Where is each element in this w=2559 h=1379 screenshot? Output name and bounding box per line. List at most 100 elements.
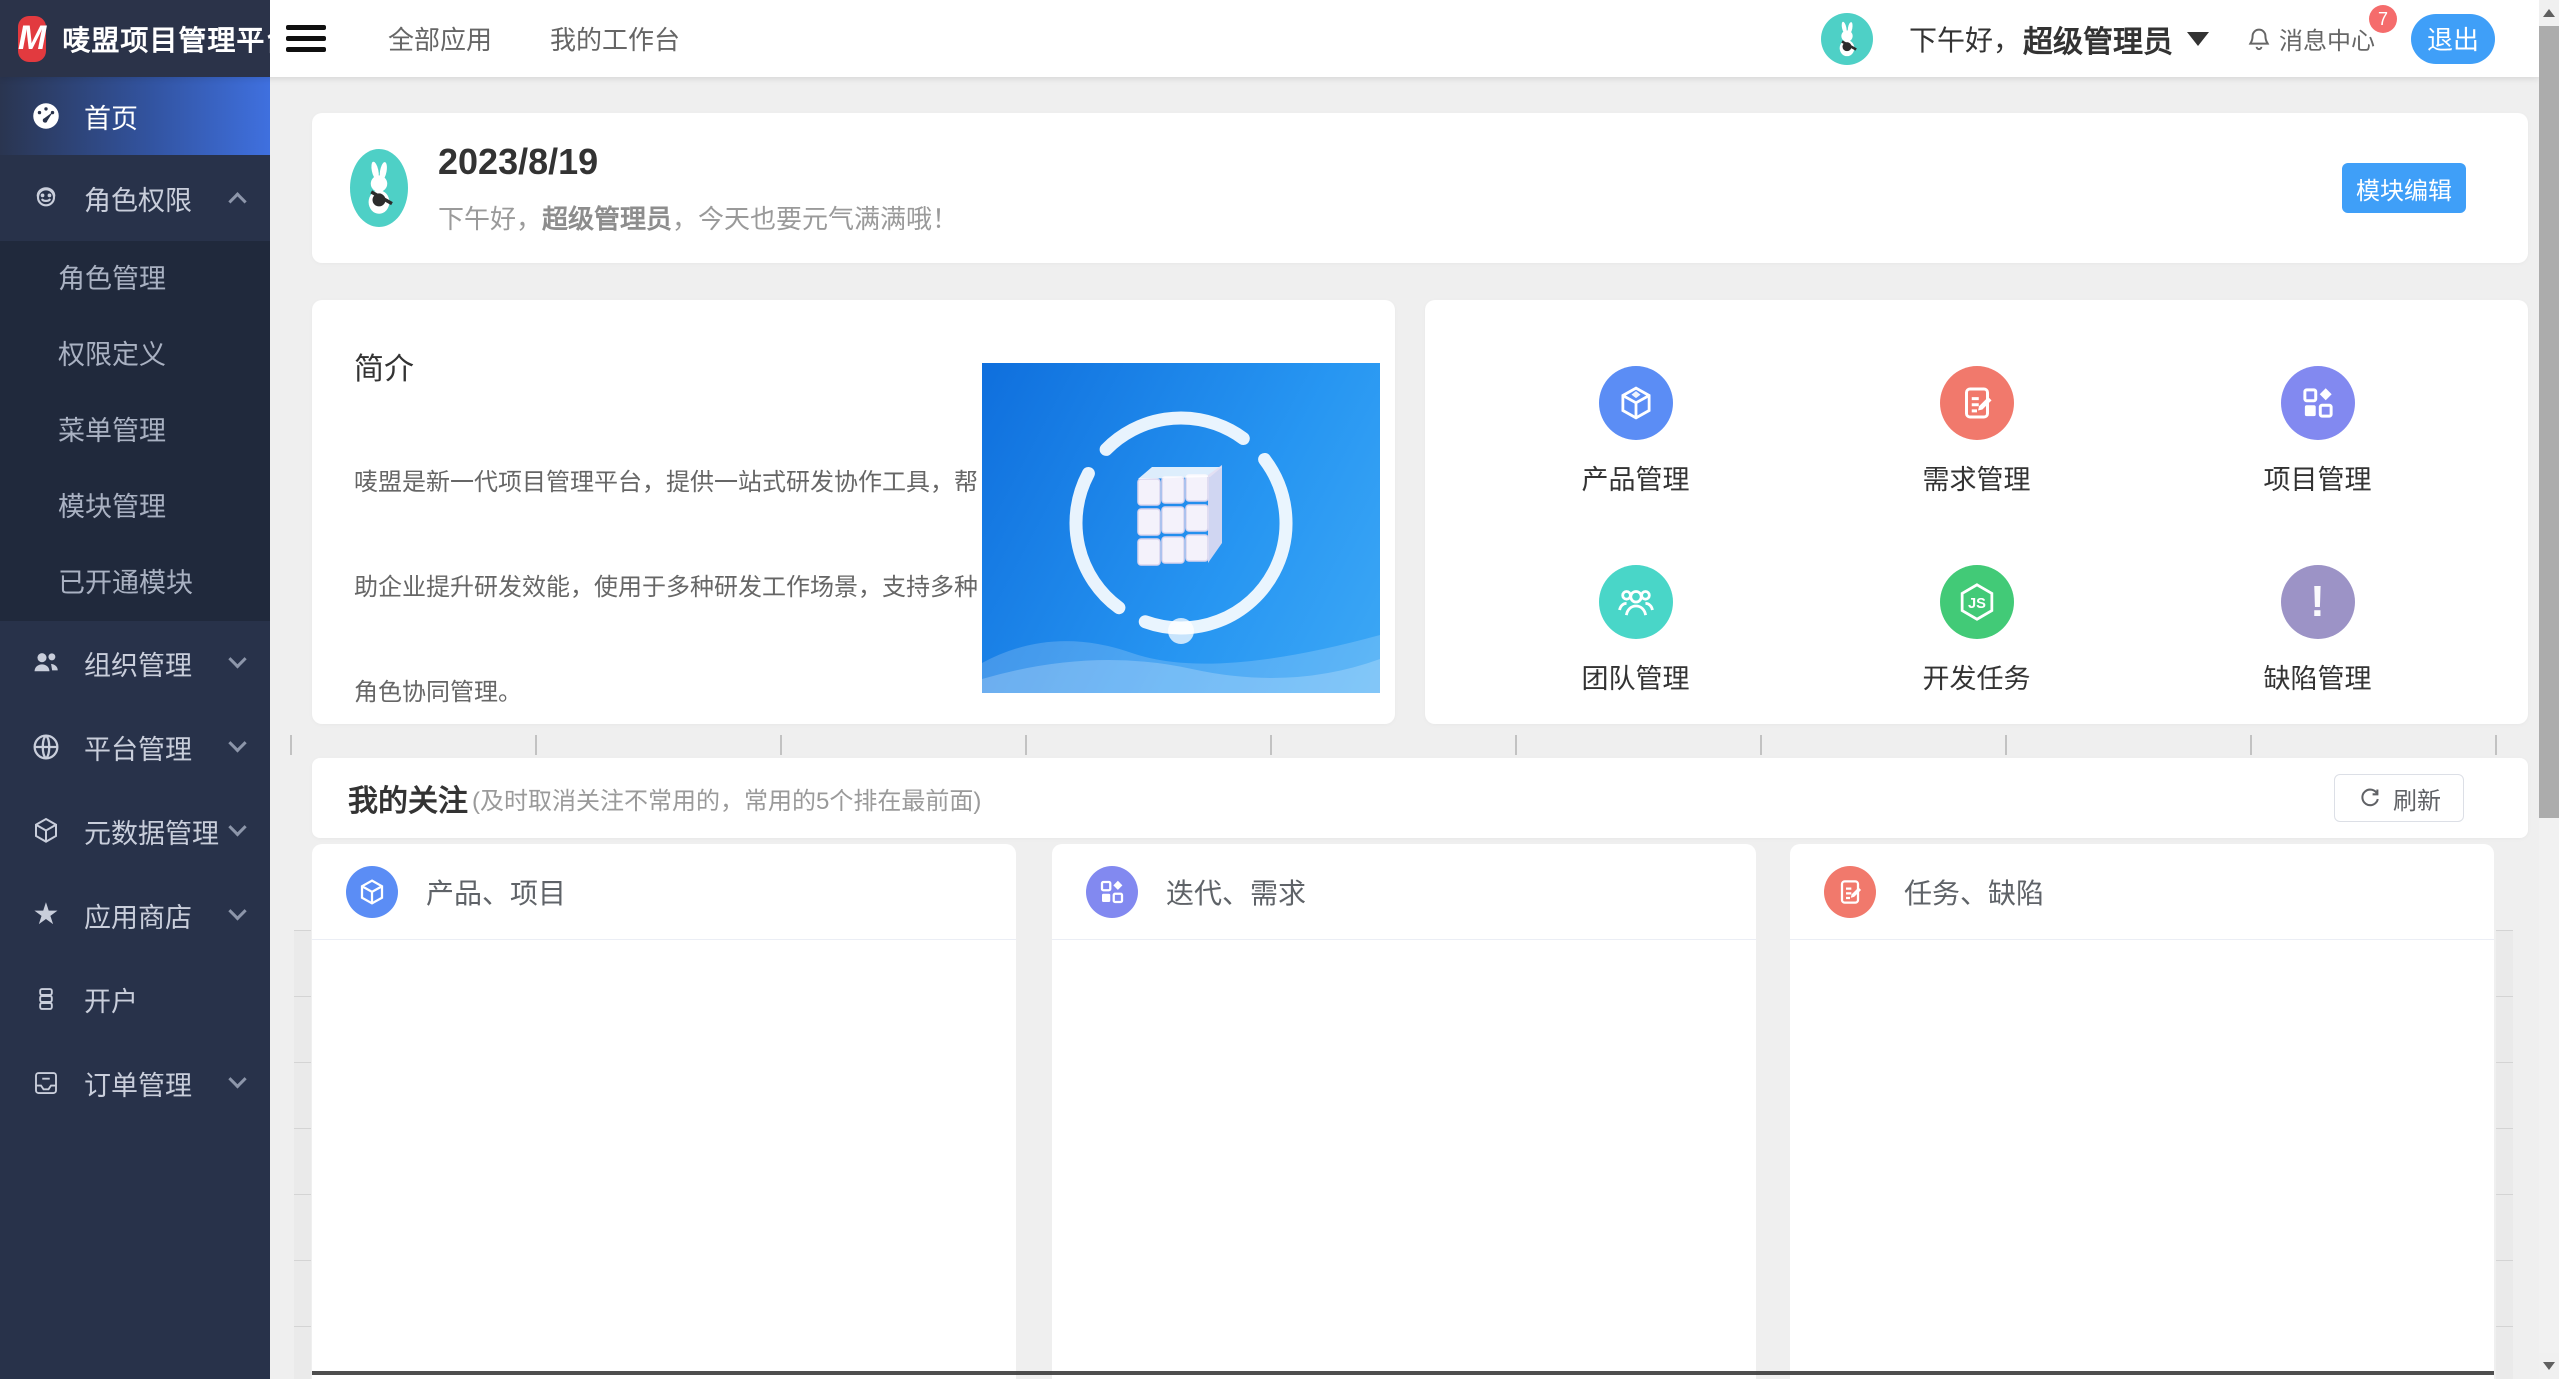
order-icon bbox=[28, 1068, 64, 1098]
greeting-prefix: 下午好， bbox=[1909, 19, 2021, 59]
chevron-down-icon bbox=[2187, 32, 2209, 46]
globe-icon bbox=[28, 731, 64, 763]
intro-card: 简介 唛盟是新一代项目管理平台，提供一站式研发协作工具，帮助企业提升研发效能，使… bbox=[312, 300, 1395, 724]
module-label: 产品管理 bbox=[1582, 458, 1690, 497]
welcome-texts: 2023/8/19 下午好，超级管理员，今天也要元气满满哦！ bbox=[438, 141, 958, 236]
exclamation-icon: ! bbox=[2281, 565, 2355, 639]
user-avatar[interactable] bbox=[1821, 13, 1873, 65]
module-label: 缺陷管理 bbox=[2264, 657, 2372, 696]
sidebar-item-organization[interactable]: 组织管理 bbox=[0, 621, 270, 705]
refresh-button[interactable]: 刷新 bbox=[2334, 774, 2464, 822]
roles-submenu: 角色管理 权限定义 菜单管理 模块管理 已开通模块 bbox=[0, 241, 270, 621]
sidebar-item-orders[interactable]: 订单管理 bbox=[0, 1041, 270, 1125]
sidebar-item-label: 角色权限 bbox=[84, 179, 192, 218]
sidebar-item-label: 首页 bbox=[84, 97, 138, 136]
grid-ruler-left bbox=[294, 930, 311, 1379]
intro-illustration bbox=[982, 363, 1380, 693]
follow-card-header: 迭代、需求 bbox=[1052, 844, 1756, 940]
welcome-date: 2023/8/19 bbox=[438, 141, 958, 183]
module-product[interactable]: 产品管理 bbox=[1465, 366, 1806, 525]
chevron-down-icon bbox=[228, 902, 246, 920]
organization-icon bbox=[28, 647, 64, 679]
follow-card-tasks-defects: 任务、缺陷 bbox=[1790, 844, 2494, 1379]
sidebar-subitem-role-manage[interactable]: 角色管理 bbox=[0, 241, 270, 317]
module-requirement[interactable]: 需求管理 bbox=[1806, 366, 2147, 525]
follow-note: (及时取消关注不常用的，常用的5个排在最前面) bbox=[472, 781, 981, 816]
main-content: 2023/8/19 下午好，超级管理员，今天也要元气满满哦！ 模块编辑 简介 唛… bbox=[270, 77, 2539, 1379]
sidebar-subitem-opened-modules[interactable]: 已开通模块 bbox=[0, 545, 270, 621]
sidebar-subitem-permission-define[interactable]: 权限定义 bbox=[0, 317, 270, 393]
database-icon bbox=[28, 985, 64, 1013]
follow-card-title: 产品、项目 bbox=[426, 872, 566, 912]
grid-diamond-icon bbox=[2281, 366, 2355, 440]
refresh-icon bbox=[2357, 785, 2383, 811]
scroll-up-button[interactable] bbox=[2539, 0, 2559, 26]
module-project[interactable]: 项目管理 bbox=[2147, 366, 2488, 525]
follow-card-products-projects: 产品、项目 bbox=[312, 844, 1016, 1379]
grid-diamond-icon bbox=[1086, 866, 1138, 918]
sidebar-item-platform[interactable]: 平台管理 bbox=[0, 705, 270, 789]
app-title: 唛盟项目管理平台 bbox=[62, 19, 294, 59]
cube-icon bbox=[28, 815, 64, 847]
cube-3d-icon bbox=[346, 866, 398, 918]
follow-title: 我的关注 bbox=[348, 776, 468, 820]
follow-card-header: 任务、缺陷 bbox=[1790, 844, 2494, 940]
sidebar-item-label: 元数据管理 bbox=[84, 812, 219, 851]
sidebar-item-app-store[interactable]: ★ 应用商店 bbox=[0, 873, 270, 957]
sidebar-subitem-module-manage[interactable]: 模块管理 bbox=[0, 469, 270, 545]
top-header: M 唛盟项目管理平台 全部应用 我的工作台 下午好， 超级管理员 bbox=[0, 0, 2539, 77]
sidebar-item-roles[interactable]: 角色权限 bbox=[0, 155, 270, 241]
chevron-down-icon bbox=[228, 734, 246, 752]
sidebar-item-label: 平台管理 bbox=[84, 728, 192, 767]
welcome-card: 2023/8/19 下午好，超级管理员，今天也要元气满满哦！ 模块编辑 bbox=[312, 113, 2528, 263]
welcome-message: 下午好，超级管理员，今天也要元气满满哦！ bbox=[438, 199, 958, 236]
sidebar: 首页 角色权限 角色管理 权限定义 菜单管理 模块管理 已开通模块 bbox=[0, 77, 270, 1379]
follow-card-iterations-requirements: 迭代、需求 bbox=[1052, 844, 1756, 1379]
intro-text: 唛盟是新一代项目管理平台，提供一站式研发协作工具，帮助企业提升研发效能，使用于多… bbox=[354, 430, 979, 724]
rabbit-icon bbox=[353, 157, 405, 219]
message-center[interactable]: 消息中心 7 bbox=[2245, 21, 2375, 56]
doc-edit-icon bbox=[1824, 866, 1876, 918]
top-nav: 全部应用 我的工作台 bbox=[388, 20, 680, 57]
chevron-up-icon bbox=[228, 192, 246, 210]
message-badge: 7 bbox=[2369, 5, 2397, 33]
menu-toggle-icon[interactable] bbox=[286, 19, 326, 58]
rabbit-icon bbox=[1827, 19, 1867, 59]
nav-all-apps[interactable]: 全部应用 bbox=[388, 20, 492, 57]
role-icon bbox=[28, 182, 64, 214]
scrollbar-thumb[interactable] bbox=[2539, 26, 2559, 818]
chevron-down-icon bbox=[228, 650, 246, 668]
module-label: 团队管理 bbox=[1582, 657, 1690, 696]
follow-card-header: 产品、项目 bbox=[312, 844, 1016, 940]
bell-icon bbox=[2245, 25, 2273, 53]
dashboard-icon bbox=[28, 99, 64, 133]
follow-section-header: 我的关注 (及时取消关注不常用的，常用的5个排在最前面) 刷新 bbox=[312, 758, 2528, 838]
team-icon bbox=[1599, 565, 1673, 639]
logout-button[interactable]: 退出 bbox=[2411, 14, 2495, 64]
app-logo[interactable]: M 唛盟项目管理平台 bbox=[0, 0, 270, 77]
welcome-avatar bbox=[350, 149, 408, 227]
user-name: 超级管理员 bbox=[2023, 17, 2173, 61]
page-scrollbar[interactable] bbox=[2539, 0, 2559, 1379]
grid-ticks bbox=[290, 735, 2525, 755]
cube-3d-icon bbox=[1599, 366, 1673, 440]
module-defect[interactable]: ! 缺陷管理 bbox=[2147, 565, 2488, 724]
sidebar-item-metadata[interactable]: 元数据管理 bbox=[0, 789, 270, 873]
sidebar-item-label: 组织管理 bbox=[84, 644, 192, 683]
doc-edit-icon bbox=[1940, 366, 2014, 440]
module-label: 开发任务 bbox=[1923, 657, 2031, 696]
message-center-label: 消息中心 bbox=[2279, 21, 2375, 56]
star-icon: ★ bbox=[28, 900, 64, 930]
sidebar-item-home[interactable]: 首页 bbox=[0, 77, 270, 155]
module-dev-task[interactable]: JS 开发任务 bbox=[1806, 565, 2147, 724]
module-label: 项目管理 bbox=[2264, 458, 2372, 497]
user-greeting[interactable]: 下午好， 超级管理员 bbox=[1909, 17, 2209, 61]
sidebar-item-open-account[interactable]: 开户 bbox=[0, 957, 270, 1041]
nav-my-workbench[interactable]: 我的工作台 bbox=[550, 20, 680, 57]
sidebar-subitem-menu-manage[interactable]: 菜单管理 bbox=[0, 393, 270, 469]
module-edit-button[interactable]: 模块编辑 bbox=[2342, 163, 2466, 213]
module-team[interactable]: 团队管理 bbox=[1465, 565, 1806, 724]
scroll-down-button[interactable] bbox=[2539, 1353, 2559, 1379]
logo-letter: M bbox=[18, 19, 46, 58]
arrow-up-icon bbox=[2543, 9, 2555, 17]
